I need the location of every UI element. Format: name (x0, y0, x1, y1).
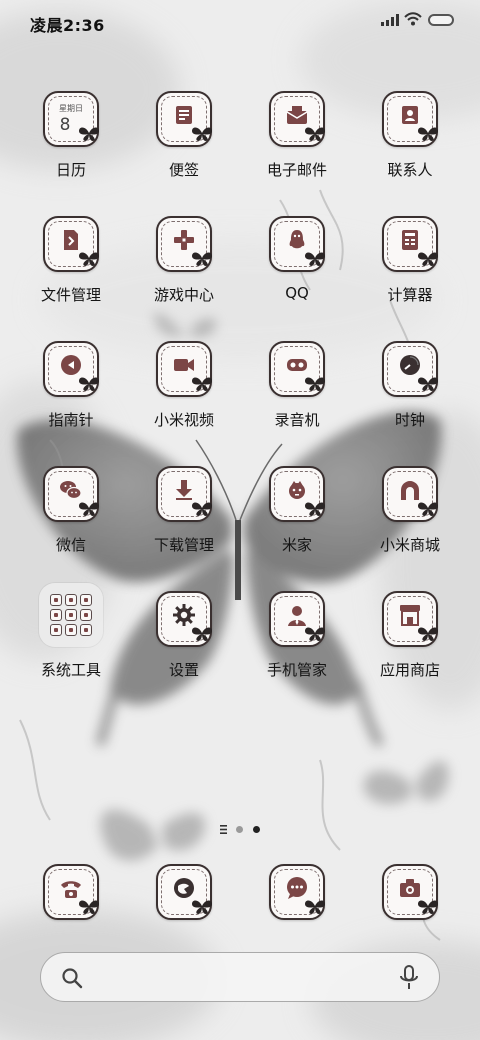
qq-penguin-icon (269, 216, 325, 272)
app-label: 小米商城 (379, 536, 440, 554)
mail-icon (269, 91, 325, 147)
butterfly-badge-icon (192, 252, 212, 266)
app-label: 下载管理 (153, 536, 214, 554)
app-label: 电子邮件 (266, 161, 327, 179)
app-label: 文件管理 (40, 286, 101, 304)
video-camera-icon (156, 341, 212, 397)
app-label: 指南针 (48, 411, 94, 429)
butterfly-badge-icon (305, 252, 325, 266)
page-indicator[interactable] (218, 824, 266, 836)
butterfly-badge-icon (305, 627, 325, 641)
status-time: 凌晨2:36 (30, 16, 105, 35)
app-label: QQ (285, 284, 309, 302)
butterfly-badge-icon (192, 127, 212, 141)
app-label: 设置 (168, 661, 199, 679)
app-label: 米家 (281, 536, 312, 554)
gear-icon (156, 591, 212, 647)
calendar-icon: 星期日 8 (43, 91, 99, 147)
search-input[interactable] (97, 953, 391, 1002)
calendar-weekday: 星期日 (59, 104, 83, 113)
cellular-signal-icon (381, 14, 399, 26)
page-dot-2[interactable] (253, 826, 260, 833)
butterfly-badge-icon (305, 127, 325, 141)
clock-icon (382, 341, 438, 397)
app-label: 计算器 (387, 286, 433, 304)
compass-icon (43, 341, 99, 397)
butterfly-badge-icon (418, 627, 438, 641)
contacts-icon (382, 91, 438, 147)
gamepad-icon (156, 216, 212, 272)
menu-lines-icon (220, 825, 227, 834)
recorder-icon (269, 341, 325, 397)
app-label: 日历 (55, 161, 86, 179)
app-label: 微信 (55, 536, 86, 554)
mi-home-icon (269, 466, 325, 522)
notes-icon (156, 91, 212, 147)
butterfly-badge-icon (418, 252, 438, 266)
search-icon[interactable] (61, 967, 83, 989)
message-icon (269, 864, 325, 920)
search-bar[interactable] (40, 952, 440, 1002)
butterfly-badge-icon (418, 900, 438, 914)
app-label: 联系人 (387, 161, 433, 179)
butterfly-badge-icon (192, 627, 212, 641)
app-label: 游戏中心 (153, 286, 214, 304)
butterfly-badge-icon (418, 502, 438, 516)
store-icon (382, 591, 438, 647)
folder-file-icon (43, 216, 99, 272)
phone-icon (43, 864, 99, 920)
folder-icon (39, 583, 103, 647)
butterfly-badge-icon (79, 502, 99, 516)
butterfly-badge-icon (418, 127, 438, 141)
butterfly-badge-icon (192, 502, 212, 516)
browser-icon (156, 864, 212, 920)
app-label: 录音机 (274, 411, 320, 429)
microphone-icon[interactable] (399, 965, 419, 991)
app-label: 系统工具 (40, 661, 101, 679)
status-bar: 凌晨2:36 (0, 0, 480, 44)
app-label: 便签 (168, 161, 199, 179)
battery-icon (428, 14, 454, 26)
app-label: 小米视频 (153, 411, 214, 429)
calculator-icon (382, 216, 438, 272)
butterfly-badge-icon (79, 252, 99, 266)
wechat-icon (43, 466, 99, 522)
butterfly-badge-icon (192, 900, 212, 914)
camera-icon (382, 864, 438, 920)
butterfly-badge-icon (79, 900, 99, 914)
app-label: 应用商店 (379, 661, 440, 679)
app-label: 时钟 (394, 411, 425, 429)
butterfly-badge-icon (79, 127, 99, 141)
butterfly-badge-icon (192, 377, 212, 391)
security-agent-icon (269, 591, 325, 647)
wifi-icon (404, 12, 422, 26)
butterfly-badge-icon (79, 377, 99, 391)
butterfly-badge-icon (418, 377, 438, 391)
mi-store-icon (382, 466, 438, 522)
download-icon (156, 466, 212, 522)
butterfly-badge-icon (305, 900, 325, 914)
app-label: 手机管家 (266, 661, 327, 679)
butterfly-badge-icon (305, 502, 325, 516)
butterfly-badge-icon (305, 377, 325, 391)
page-dot-1[interactable] (236, 826, 243, 833)
